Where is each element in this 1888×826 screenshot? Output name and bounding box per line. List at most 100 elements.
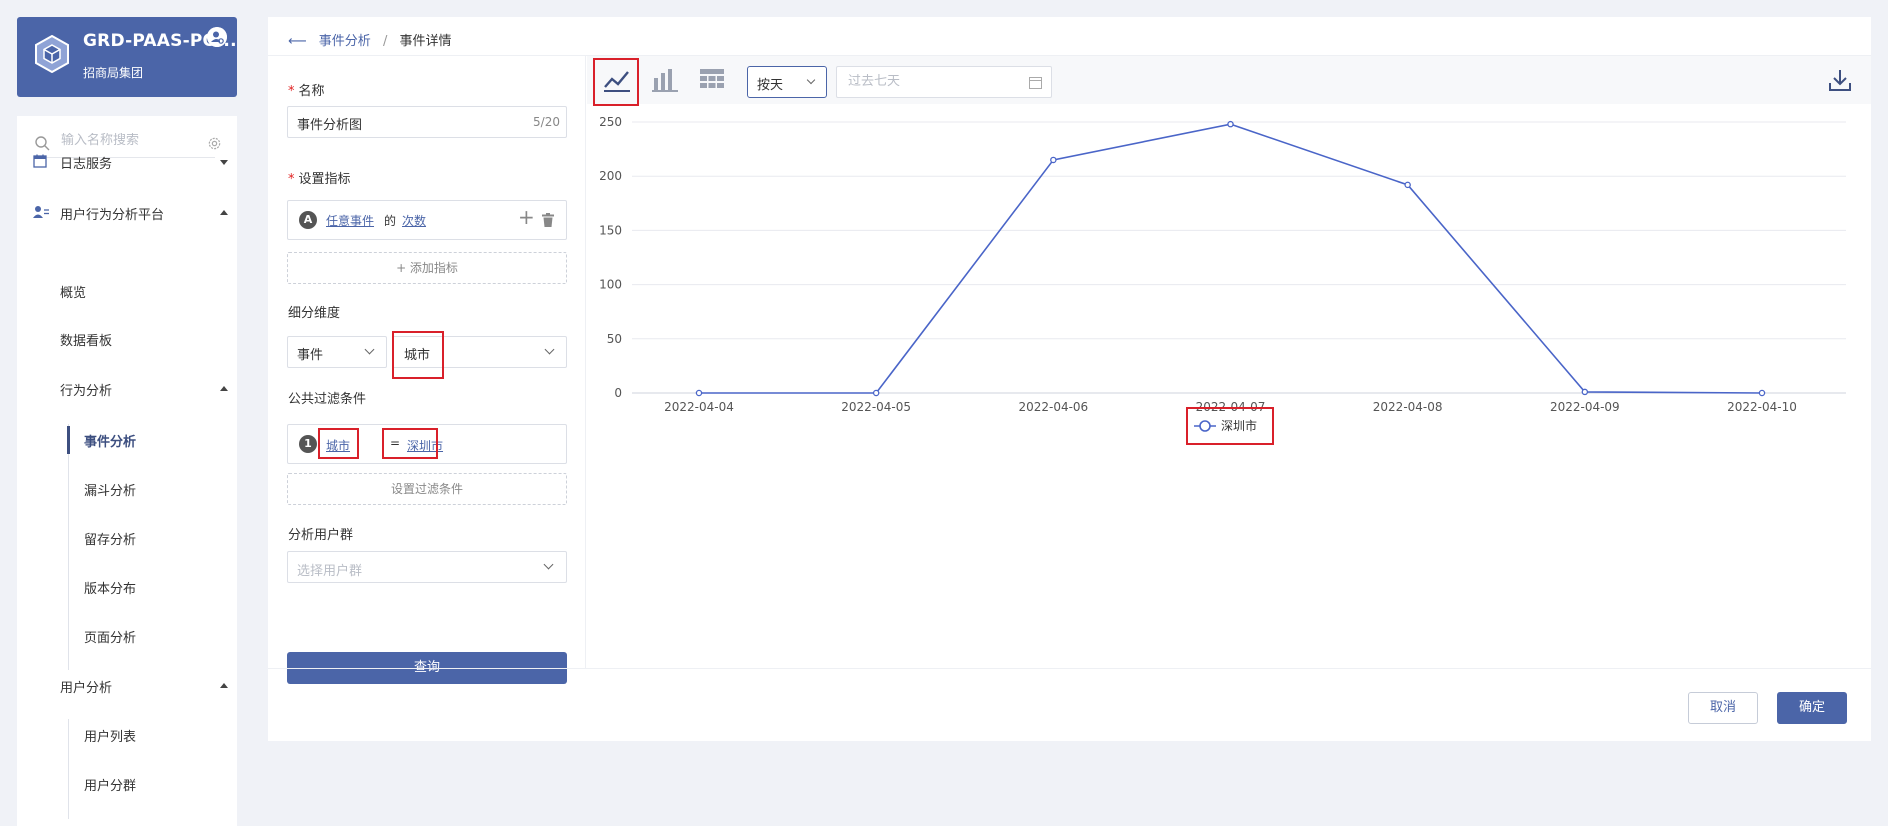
sidebar-search-input[interactable]: [61, 133, 211, 148]
search-icon: [35, 136, 50, 151]
chevron-up-icon: [220, 210, 228, 215]
sidebar-item-log-service[interactable]: 日志服务: [33, 153, 233, 173]
chevron-down-icon: [544, 344, 555, 355]
granularity-value: 按天: [757, 78, 784, 93]
metric-row: A 任意事件 的 次数 +: [287, 200, 567, 240]
active-indicator: [67, 426, 70, 454]
sidebar-item-label: 用户行为分析平台: [60, 208, 165, 223]
trash-icon[interactable]: [542, 213, 554, 227]
divider: [268, 668, 1871, 669]
sidebar: 日志服务 用户行为分析平台 概览 数据看板 行为分析 事件分析 漏斗分析 留存分…: [17, 116, 237, 826]
series-line: [699, 123, 1763, 394]
name-field[interactable]: 事件分析图 5/20: [287, 106, 567, 138]
y-tick-label: 150: [599, 223, 622, 237]
sidebar-item-version-distribution[interactable]: 版本分布: [84, 578, 136, 597]
legend-marker: [1199, 420, 1211, 432]
user-settings-icon[interactable]: [207, 27, 227, 47]
org-card[interactable]: GRD-PAAS-PO... 招商局集团: [17, 17, 237, 97]
dimension-type-select[interactable]: 事件: [287, 336, 387, 368]
submenu-guide-line: [68, 424, 69, 670]
chevron-down-icon: [806, 75, 816, 85]
sidebar-item-page-analysis[interactable]: 页面分析: [84, 627, 136, 646]
gear-icon[interactable]: [207, 136, 222, 151]
sidebar-item-dashboard[interactable]: 数据看板: [60, 330, 112, 349]
metric-event-link[interactable]: 任意事件: [326, 212, 374, 229]
chevron-down-icon: [543, 559, 554, 570]
calendar-icon: [1029, 77, 1042, 89]
sidebar-item-label: 用户分群: [84, 779, 137, 794]
highlight-box: [318, 428, 359, 459]
name-char-counter: 5/20: [533, 115, 560, 129]
name-input-value[interactable]: 事件分析图: [297, 114, 362, 133]
sidebar-item-user-list[interactable]: 用户列表: [84, 726, 136, 745]
breadcrumb-separator: /: [382, 34, 388, 49]
sidebar-item-retention-analysis[interactable]: 留存分析: [84, 529, 136, 548]
cancel-button[interactable]: 取消: [1688, 692, 1758, 724]
granularity-select[interactable]: 按天: [747, 66, 827, 98]
y-tick-label: 100: [599, 278, 622, 292]
sidebar-item-label: 留存分析: [84, 533, 137, 548]
chevron-down-icon: [364, 344, 375, 355]
download-icon[interactable]: [1829, 69, 1851, 91]
back-arrow-icon[interactable]: ⟵: [288, 34, 307, 49]
date-range-input[interactable]: [848, 74, 1008, 89]
data-point: [1227, 120, 1234, 128]
user-group-select[interactable]: 选择用户群: [287, 551, 567, 583]
sidebar-item-user-behavior[interactable]: 用户行为分析平台: [33, 204, 233, 224]
y-tick-label: 50: [607, 332, 622, 346]
sidebar-item-label: 数据看板: [60, 334, 113, 349]
sidebar-item-label: 用户列表: [84, 730, 137, 745]
dimension-label: 细分维度: [288, 306, 341, 321]
set-filter-button[interactable]: 设置过滤条件: [287, 473, 567, 505]
x-tick-label: 2022-04-10: [1727, 400, 1797, 414]
data-point: [1581, 388, 1589, 396]
chart-area: 0 50 100 150 200 250 2022-04-04 2022-04-05 2022-…: [587, 104, 1871, 524]
filter-index-badge: 1: [299, 435, 317, 453]
chevron-up-icon: [220, 683, 228, 688]
sidebar-item-funnel-analysis[interactable]: 漏斗分析: [84, 480, 136, 499]
sidebar-item-label: 版本分布: [84, 582, 137, 597]
sidebar-item-event-analysis[interactable]: 事件分析: [84, 431, 136, 450]
data-point: [1050, 156, 1057, 164]
calendar-icon: [33, 154, 47, 168]
metric-label: * 设置指标: [288, 172, 351, 187]
sidebar-item-overview[interactable]: 概览: [60, 282, 86, 301]
data-point: [695, 389, 703, 397]
legend-label: 深圳市: [1221, 418, 1257, 433]
data-point: [872, 389, 880, 397]
sidebar-item-label: 页面分析: [84, 631, 137, 646]
sidebar-item-label: 事件分析: [84, 435, 137, 450]
main-panel: ⟵ 事件分析 / 事件详情 * 名称 事件分析图 5/20 * 设置指标 A 任意事…: [268, 17, 1871, 741]
name-label: * 名称: [288, 84, 325, 99]
chevron-down-icon: [220, 160, 228, 165]
data-point: [1404, 181, 1411, 189]
sidebar-item-label: 概览: [60, 286, 87, 301]
y-tick-label: 0: [614, 386, 622, 400]
bar-chart-icon[interactable]: [651, 66, 679, 94]
metric-badge: A: [299, 211, 317, 229]
dimension-type-value: 事件: [297, 348, 324, 363]
y-tick-label: 250: [599, 115, 622, 129]
plus-icon[interactable]: +: [518, 205, 535, 229]
user-list-icon: [33, 206, 49, 218]
x-tick-label: 2022-04-04: [664, 400, 734, 414]
table-icon[interactable]: [698, 66, 726, 94]
breadcrumb-parent-link[interactable]: 事件分析: [319, 34, 371, 49]
sidebar-item-label: 漏斗分析: [84, 484, 137, 499]
sidebar-item-behavior-analysis[interactable]: 行为分析: [60, 380, 233, 400]
x-tick-label: 2022-04-08: [1373, 400, 1443, 414]
metric-measure-link[interactable]: 次数: [402, 212, 426, 229]
sidebar-item-label: 用户分析: [60, 681, 113, 696]
sidebar-item-user-analysis[interactable]: 用户分析: [60, 677, 233, 697]
x-tick-label: 2022-04-06: [1018, 400, 1088, 414]
sidebar-item-user-segment[interactable]: 用户分群: [84, 775, 136, 794]
x-tick-label: 2022-04-05: [841, 400, 911, 414]
user-group-placeholder: 选择用户群: [297, 564, 363, 579]
highlight-box: [392, 331, 444, 379]
highlight-box: [593, 58, 639, 106]
date-range-picker[interactable]: [836, 66, 1052, 98]
confirm-button[interactable]: 确定: [1777, 692, 1847, 724]
metric-of-text: 的: [384, 214, 397, 228]
line-chart: 0 50 100 150 200 250 2022-04-04 2022-04-05 2022-…: [599, 115, 1846, 445]
add-metric-button[interactable]: + 添加指标: [287, 252, 567, 284]
